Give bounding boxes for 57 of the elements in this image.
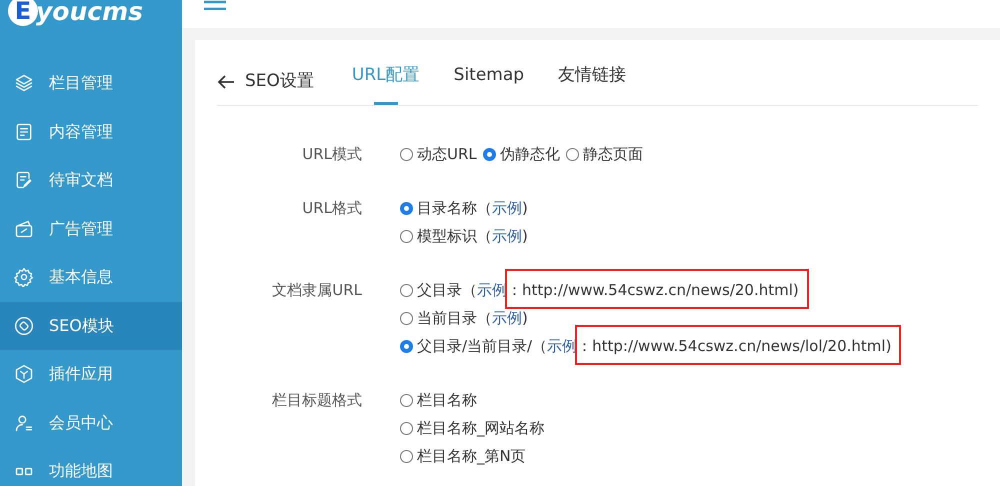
radio-button[interactable] bbox=[400, 230, 413, 242]
sidebar-item[interactable]: 会员中心 bbox=[0, 398, 182, 447]
radio-button[interactable] bbox=[400, 202, 413, 214]
radio-button[interactable] bbox=[400, 450, 413, 462]
option-example: ：http://www.54cswz.cn/news/20.html) bbox=[507, 280, 799, 299]
sidebar-item[interactable]: 内容管理 bbox=[0, 108, 182, 156]
option-example: ) bbox=[522, 226, 528, 245]
sidebar-item[interactable]: 待审文档 bbox=[0, 156, 182, 204]
option-label: 伪静态化 bbox=[500, 144, 560, 165]
field-label: URL模式 bbox=[301, 144, 362, 165]
sidebar-item[interactable]: 插件应用 bbox=[0, 350, 182, 398]
option-label: 静态页面 bbox=[582, 144, 643, 165]
option-example: ：http://www.54cswz.cn/news/lol/20.html) bbox=[577, 336, 892, 355]
example-link[interactable]: 示例 bbox=[492, 224, 522, 248]
field-label: URL格式 bbox=[301, 198, 362, 219]
example-link[interactable]: 示例 bbox=[492, 196, 522, 220]
back-button[interactable]: SEO设置 bbox=[217, 59, 314, 105]
sidebar-item[interactable]: 功能地图 bbox=[0, 447, 182, 486]
option-label: 模型标识（ bbox=[417, 226, 492, 247]
tab[interactable]: URL配置 bbox=[352, 59, 420, 105]
tab[interactable]: 友情链接 bbox=[558, 59, 626, 105]
radio-button[interactable] bbox=[566, 148, 579, 160]
option-example: ) bbox=[522, 198, 528, 217]
document-icon bbox=[14, 122, 34, 142]
option-label: 父目录（ bbox=[417, 280, 477, 301]
sidebar-item[interactable]: 栏目管理 bbox=[0, 59, 182, 108]
option-label: 栏目名称_第N页 bbox=[417, 446, 526, 467]
radio-button[interactable] bbox=[400, 312, 413, 324]
radio-button[interactable] bbox=[400, 422, 413, 434]
radio-button[interactable] bbox=[400, 340, 413, 352]
field-label: 栏目标题格式 bbox=[271, 390, 362, 411]
option-label: 当前目录（ bbox=[417, 308, 492, 329]
document-edit-icon bbox=[14, 170, 34, 190]
tab[interactable]: Sitemap bbox=[454, 59, 524, 105]
user-icon bbox=[14, 412, 34, 433]
radio-button[interactable] bbox=[482, 148, 496, 160]
option-label: 栏目名称 bbox=[417, 390, 477, 411]
radio-button[interactable] bbox=[400, 284, 413, 296]
option-example: ) bbox=[522, 308, 528, 327]
option-label: 目录名称（ bbox=[417, 198, 492, 219]
grid-icon bbox=[14, 466, 34, 476]
card-icon bbox=[14, 218, 34, 239]
radio-button[interactable] bbox=[400, 394, 413, 406]
sidebar-item[interactable]: 广告管理 bbox=[0, 204, 182, 253]
back-arrow-icon bbox=[217, 74, 235, 90]
option-label: 父目录/当前目录/（ bbox=[417, 336, 548, 357]
settings-icon bbox=[14, 267, 34, 288]
field-label: 文档隶属URL bbox=[271, 280, 362, 301]
sidebar-item[interactable]: 基本信息 bbox=[0, 253, 182, 302]
layers-icon bbox=[14, 73, 34, 94]
radio-button[interactable] bbox=[400, 148, 413, 160]
example-link[interactable]: 示例 bbox=[492, 306, 522, 330]
cube-icon bbox=[14, 364, 34, 384]
menu-icon[interactable] bbox=[204, 0, 226, 10]
option-label: 栏目名称_网站名称 bbox=[417, 418, 544, 439]
option-label: 动态URL bbox=[417, 144, 477, 165]
sidebar-item[interactable]: SEO模块 bbox=[0, 302, 182, 350]
